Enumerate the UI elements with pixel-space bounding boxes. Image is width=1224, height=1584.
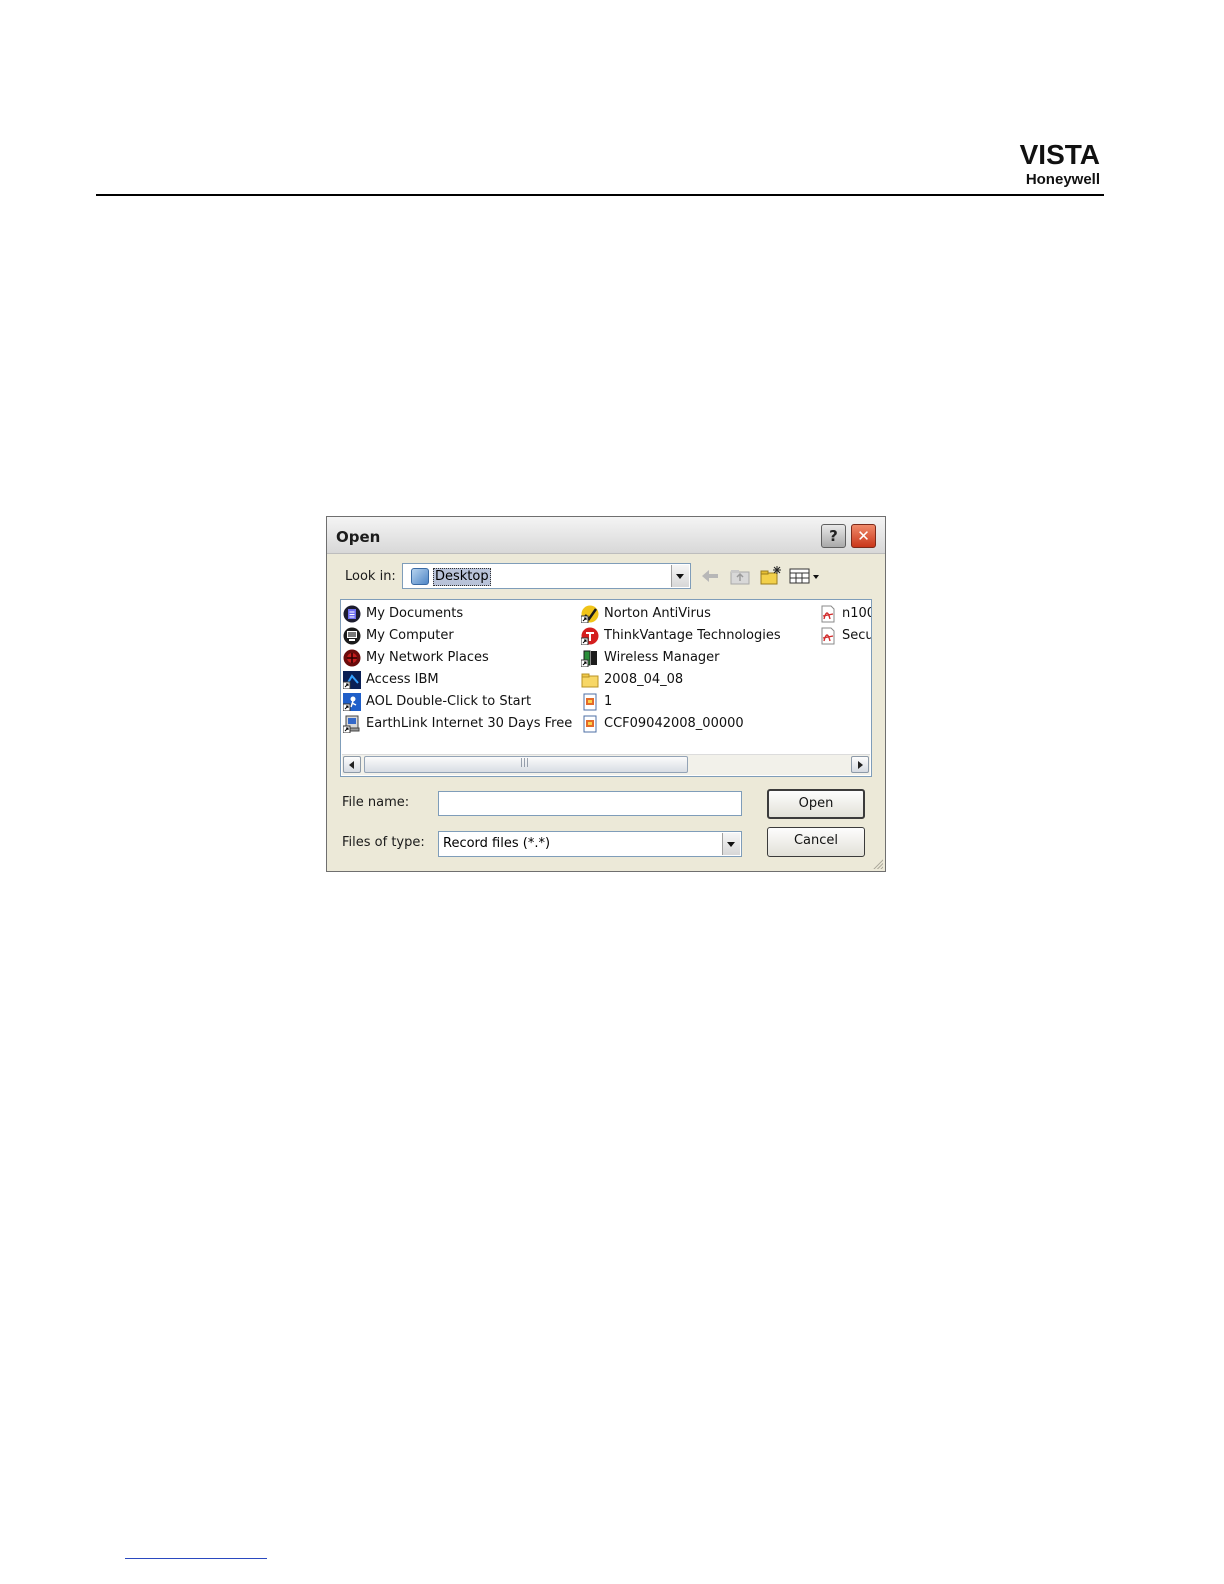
aol-shortcut-icon (343, 693, 361, 711)
look-in-value: Desktop (433, 568, 491, 586)
earthlink-shortcut-icon (343, 715, 360, 733)
wireless-manager-icon (581, 650, 597, 667)
file-list: My Documents My Computer My Network Plac… (340, 599, 872, 777)
open-dialog: Open ? ✕ Look in: Desktop My Documents M… (326, 516, 886, 872)
list-item[interactable]: n100 (819, 604, 871, 624)
file-name-label: File name: (342, 795, 410, 810)
header-rule (96, 194, 1104, 196)
horizontal-scrollbar[interactable] (342, 754, 870, 775)
dialog-title: Open (336, 528, 381, 546)
view-menu-icon[interactable] (789, 567, 823, 585)
norton-antivirus-icon (581, 605, 599, 623)
thinkvantage-icon (581, 627, 599, 645)
brand-logo: VISTA Honeywell (1020, 140, 1100, 188)
file-name: ThinkVantage Technologies (604, 628, 781, 643)
company-name: Honeywell (1025, 171, 1100, 188)
open-button[interactable]: Open (767, 789, 865, 819)
scroll-left-button[interactable] (343, 756, 361, 773)
close-button[interactable]: ✕ (851, 524, 876, 548)
pdf-icon (821, 605, 835, 623)
access-ibm-shortcut-icon (343, 671, 361, 689)
new-folder-icon[interactable] (759, 565, 783, 585)
folder-icon (581, 673, 599, 688)
network-places-icon (343, 649, 361, 667)
cancel-button[interactable]: Cancel (767, 827, 865, 857)
brand-name: VISTA (1019, 139, 1100, 170)
footnote-rule (125, 1558, 267, 1559)
file-name: n100 (842, 606, 871, 621)
look-in-select[interactable]: Desktop (402, 563, 691, 589)
file-name: 1 (604, 694, 613, 709)
my-computer-icon (343, 627, 361, 645)
help-button[interactable]: ? (821, 524, 846, 548)
file-name: My Documents (366, 606, 464, 621)
resize-grip[interactable] (871, 857, 883, 869)
file-type-dropdown-button[interactable] (722, 833, 740, 855)
file-name: Access IBM (366, 672, 439, 687)
list-item[interactable]: Secu (819, 626, 871, 646)
file-name: My Network Places (366, 650, 489, 665)
desktop-icon (411, 568, 429, 585)
file-name: CCF09042008_00000 (604, 716, 744, 731)
file-name: Wireless Manager (604, 650, 720, 665)
file-name: Norton AntiVirus (604, 606, 711, 621)
scroll-right-button[interactable] (851, 756, 869, 773)
pdf-icon (821, 627, 835, 645)
my-documents-icon (343, 605, 361, 623)
file-name-input[interactable] (438, 791, 742, 816)
look-in-label: Look in: (345, 569, 396, 584)
scroll-thumb[interactable] (364, 756, 688, 773)
back-arrow-icon[interactable] (699, 567, 721, 585)
file-name: 2008_04_08 (604, 672, 684, 687)
up-folder-icon[interactable] (729, 567, 751, 585)
file-name: Secu (842, 628, 871, 643)
title-bar: Open ? ✕ (327, 517, 885, 554)
file-name: AOL Double-Click to Start (366, 694, 532, 709)
file-type-select[interactable]: Record files (*.*) (438, 831, 742, 857)
file-type-value: Record files (*.*) (443, 836, 551, 851)
file-type-label: Files of type: (342, 835, 425, 850)
record-file-icon (583, 693, 597, 711)
record-file-icon (583, 715, 597, 733)
file-name: My Computer (366, 628, 454, 643)
look-in-dropdown-button[interactable] (671, 565, 689, 587)
file-name: EarthLink Internet 30 Days Free (366, 716, 573, 731)
